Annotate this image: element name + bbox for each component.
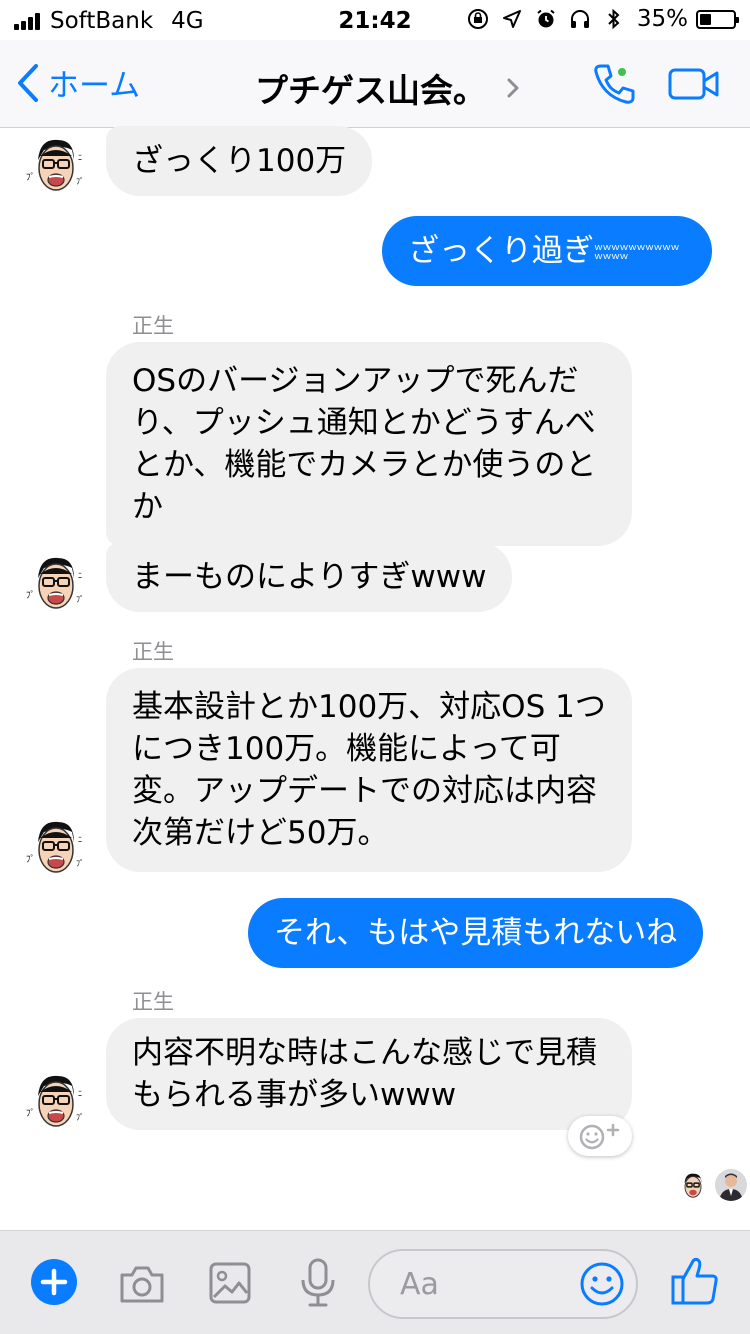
message-text: ざっくり過ぎ xyxy=(408,233,594,269)
message-line: か xyxy=(132,489,163,525)
message-line: り、プッシュ通知とかどうすんべ xyxy=(132,405,596,441)
video-camera-icon xyxy=(668,68,719,100)
svg-text:ﾌﾟ: ﾌﾟ xyxy=(76,595,84,604)
message-text: ざっくり100万 xyxy=(132,143,347,179)
seen-receipt-avatar xyxy=(677,1169,709,1201)
battery-percent: 35% xyxy=(636,6,688,32)
svg-text:ﾆ: ﾆ xyxy=(78,153,82,162)
message-line: とか、機能でカメラとか使うのと xyxy=(132,447,597,483)
svg-text:ﾆ: ﾆ xyxy=(78,835,82,844)
incoming-message-bubble[interactable]: まーものによりすぎwww xyxy=(106,542,513,612)
image-icon xyxy=(209,1262,251,1304)
message-input[interactable]: Aa xyxy=(368,1249,638,1319)
message-line: OSのバージョンアップで死んだ xyxy=(132,363,579,399)
message-line: もられる事が多いwww xyxy=(132,1077,457,1113)
headphones-icon xyxy=(569,8,591,30)
phone-icon xyxy=(594,64,635,104)
status-bar: SoftBank 4G 21:42 35% xyxy=(0,0,750,40)
message-laughter-text: ｗｗｗｗｗｗｗｗｗｗｗｗｗｗ xyxy=(594,242,680,262)
svg-text:ﾆ: ﾆ xyxy=(78,571,82,580)
avatar[interactable]: ﾌﾟ ﾆ ﾌﾟ xyxy=(22,548,90,616)
caricature-avatar-icon: ﾌﾟ ﾆ ﾌﾟ xyxy=(22,812,90,880)
avatar[interactable]: ﾌﾟ ﾆ ﾌﾟ xyxy=(22,812,90,880)
sender-name: 正生 xyxy=(132,314,174,338)
message-input-placeholder: Aa xyxy=(400,1267,439,1302)
message-line: 基本設計とか100万、対応OS 1つ xyxy=(132,689,606,725)
video-call-button[interactable] xyxy=(668,67,720,105)
message-line: 変。アップデートでの対応は内容 xyxy=(132,773,597,809)
svg-text:ﾌﾟ: ﾌﾟ xyxy=(26,590,35,601)
bluetooth-icon xyxy=(603,8,625,30)
thumbs-up-icon xyxy=(671,1257,718,1305)
like-button[interactable] xyxy=(670,1255,720,1311)
battery-icon xyxy=(696,9,739,29)
conversation-header: ホーム プチゲス山会。 xyxy=(0,40,750,128)
plus-icon xyxy=(31,1259,77,1305)
incoming-message-bubble[interactable]: OSのバージョンアップで死んだ り、プッシュ通知とかどうすんべ とか、機能でカメ… xyxy=(106,342,632,546)
svg-text:ﾌﾟ: ﾌﾟ xyxy=(26,854,35,865)
emoji-icon xyxy=(580,1262,624,1306)
orientation-lock-icon xyxy=(467,8,489,30)
chevron-left-icon xyxy=(18,63,38,102)
svg-text:ﾌﾟ: ﾌﾟ xyxy=(76,859,84,868)
avatar[interactable]: ﾌﾟ ﾆ ﾌﾟ xyxy=(22,130,90,198)
caricature-avatar-icon: ﾌﾟ ﾆ ﾌﾟ xyxy=(22,1066,90,1134)
message-line: につき100万。機能によって可 xyxy=(132,731,561,767)
svg-text:ﾌﾟ: ﾌﾟ xyxy=(26,1108,35,1119)
outgoing-message-bubble[interactable]: それ、もはや見積もれないね xyxy=(248,898,704,968)
message-text: まーものによりすぎwww xyxy=(132,559,487,595)
microphone-icon xyxy=(301,1258,335,1307)
voice-message-button[interactable] xyxy=(298,1257,338,1313)
message-composer: Aa xyxy=(0,1230,750,1334)
camera-icon xyxy=(120,1266,164,1303)
alarm-icon xyxy=(535,8,557,30)
incoming-message-bubble[interactable]: 内容不明な時はこんな感じで見積 もられる事が多いwww xyxy=(106,1018,632,1130)
message-text: それ、もはや見積もれないね xyxy=(274,915,678,951)
incoming-message-bubble[interactable]: 基本設計とか100万、対応OS 1つ につき100万。機能によって可 変。アップ… xyxy=(106,668,632,872)
caricature-avatar-icon: ﾌﾟ ﾆ ﾌﾟ xyxy=(22,548,90,616)
message-line: 次第だけど50万。 xyxy=(132,815,389,851)
battery-fill xyxy=(700,13,711,25)
photo-gallery-button[interactable] xyxy=(208,1261,252,1309)
online-status-dot xyxy=(616,66,628,78)
outgoing-message-bubble[interactable]: ざっくり過ぎｗｗｗｗｗｗｗｗｗｗｗｗｗｗ xyxy=(382,216,712,286)
chevron-right-icon xyxy=(507,78,519,98)
caricature-avatar-icon: ﾌﾟ ﾆ ﾌﾟ xyxy=(22,130,90,198)
svg-text:ﾌﾟ: ﾌﾟ xyxy=(76,177,84,186)
add-reaction-icon xyxy=(579,1123,620,1150)
message-line: 内容不明な時はこんな感じで見積 xyxy=(132,1035,597,1071)
add-reaction-button[interactable] xyxy=(568,1116,632,1156)
sender-name: 正生 xyxy=(132,990,174,1014)
svg-text:ﾌﾟ: ﾌﾟ xyxy=(26,172,35,183)
sender-name: 正生 xyxy=(132,640,174,664)
emoji-button[interactable] xyxy=(578,1260,626,1312)
avatar[interactable]: ﾌﾟ ﾆ ﾌﾟ xyxy=(22,1066,90,1134)
camera-button[interactable] xyxy=(118,1263,166,1309)
conversation-title-button[interactable]: プチゲス山会。 xyxy=(255,64,520,112)
incoming-message-bubble[interactable]: ざっくり100万 xyxy=(106,126,373,196)
svg-text:ﾆ: ﾆ xyxy=(78,1089,82,1098)
svg-text:ﾌﾟ: ﾌﾟ xyxy=(76,1113,84,1122)
back-button[interactable]: ホーム xyxy=(16,60,140,105)
voice-call-button[interactable] xyxy=(590,60,638,112)
back-label: ホーム xyxy=(48,68,141,104)
location-icon xyxy=(501,8,523,30)
caricature-avatar-icon xyxy=(677,1169,709,1201)
seen-receipt-avatar xyxy=(715,1169,747,1201)
conversation-title: プチゲス山会。 xyxy=(255,71,486,110)
more-actions-button[interactable] xyxy=(30,1258,78,1310)
person-photo-icon xyxy=(715,1169,747,1201)
